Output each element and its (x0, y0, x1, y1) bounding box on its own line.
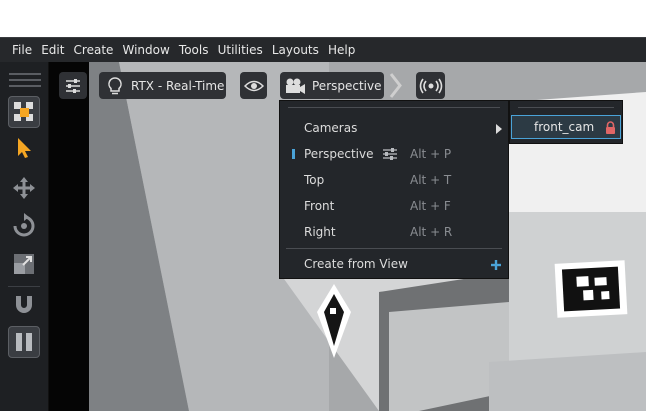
sliders-icon (66, 78, 80, 93)
menu-item-front[interactable]: Front Alt + F (280, 194, 510, 220)
menu-top-divider (288, 107, 500, 108)
menu-item-shortcut: Alt + F (410, 199, 451, 213)
scale-tool-button[interactable] (8, 248, 40, 280)
menu-layouts[interactable]: Layouts (272, 38, 319, 62)
menu-help[interactable]: Help (328, 38, 355, 62)
broadcast-icon (419, 78, 442, 93)
submenu-arrow-icon (496, 124, 502, 134)
menu-top-divider (518, 107, 614, 108)
snap-button[interactable] (8, 288, 40, 320)
rotate-icon (13, 213, 35, 237)
menu-separator (286, 248, 502, 249)
menu-item-label: Top (304, 173, 325, 187)
move-tool-button[interactable] (8, 172, 40, 204)
toolbar-grip[interactable] (9, 73, 41, 75)
lightbulb-icon (108, 76, 122, 94)
menu-item-label: Create from View (304, 257, 408, 271)
menu-item-label: Perspective (304, 147, 374, 161)
menu-file[interactable]: File (12, 38, 32, 62)
menu-item-label: Front (304, 199, 335, 213)
pause-button[interactable] (8, 326, 40, 358)
lock-icon[interactable] (605, 121, 616, 134)
viewport-settings-button[interactable] (59, 72, 87, 99)
menu-create[interactable]: Create (74, 38, 114, 62)
menu-bar: File Edit Create Window Tools Utilities … (0, 37, 646, 62)
movie-camera-icon (286, 78, 305, 94)
menu-item-perspective[interactable]: Perspective Alt + P (280, 142, 510, 168)
viewport-border (49, 62, 89, 411)
menu-item-label: Right (304, 225, 336, 239)
menu-tools[interactable]: Tools (179, 38, 209, 62)
scale-icon (14, 254, 34, 274)
renderer-dropdown[interactable]: RTX - Real-Time (99, 72, 226, 99)
select-cubes-icon (14, 102, 33, 121)
magnet-icon (16, 296, 32, 313)
selected-indicator (292, 149, 295, 159)
menu-item-cameras[interactable]: Cameras (280, 116, 510, 142)
menu-utilities[interactable]: Utilities (218, 38, 263, 62)
camera-label: Perspective (312, 78, 382, 93)
plus-icon (491, 260, 501, 270)
camera-dropdown[interactable]: Perspective (280, 72, 384, 99)
menu-window[interactable]: Window (123, 38, 170, 62)
select-tool-button[interactable] (8, 132, 40, 164)
renderer-label: RTX - Real-Time (131, 78, 225, 93)
menu-item-shortcut: Alt + T (410, 173, 452, 187)
broadcast-button[interactable] (416, 72, 445, 99)
menu-edit[interactable]: Edit (41, 38, 64, 62)
menu-item-create-from-view[interactable]: Create from View (280, 252, 510, 278)
visibility-button[interactable] (240, 72, 267, 99)
submenu-item-label: front_cam (534, 120, 595, 134)
camera-menu: Cameras Perspective Alt + P Top Alt + T … (279, 100, 509, 279)
cameras-submenu: front_cam (509, 100, 623, 144)
cursor-arrow-icon (18, 138, 31, 158)
toolbar-separator (8, 286, 40, 287)
rotate-tool-button[interactable] (8, 210, 40, 242)
move-icon (13, 177, 35, 199)
menu-item-right[interactable]: Right Alt + R (280, 220, 510, 246)
pause-icon (16, 333, 32, 351)
toolbar-grip[interactable] (9, 85, 41, 87)
menu-item-top[interactable]: Top Alt + T (280, 168, 510, 194)
submenu-item-front-cam[interactable]: front_cam (511, 115, 621, 139)
menu-item-label: Cameras (304, 121, 358, 135)
select-mode-button[interactable] (8, 96, 40, 128)
chevron-right-icon[interactable] (388, 72, 404, 99)
camera-settings-icon[interactable] (382, 147, 398, 161)
eye-icon (243, 80, 264, 91)
menu-item-shortcut: Alt + P (410, 147, 452, 161)
left-toolbar (0, 62, 49, 411)
window-top-area (0, 0, 646, 37)
toolbar-grip[interactable] (9, 79, 41, 81)
menu-item-shortcut: Alt + R (410, 225, 453, 239)
